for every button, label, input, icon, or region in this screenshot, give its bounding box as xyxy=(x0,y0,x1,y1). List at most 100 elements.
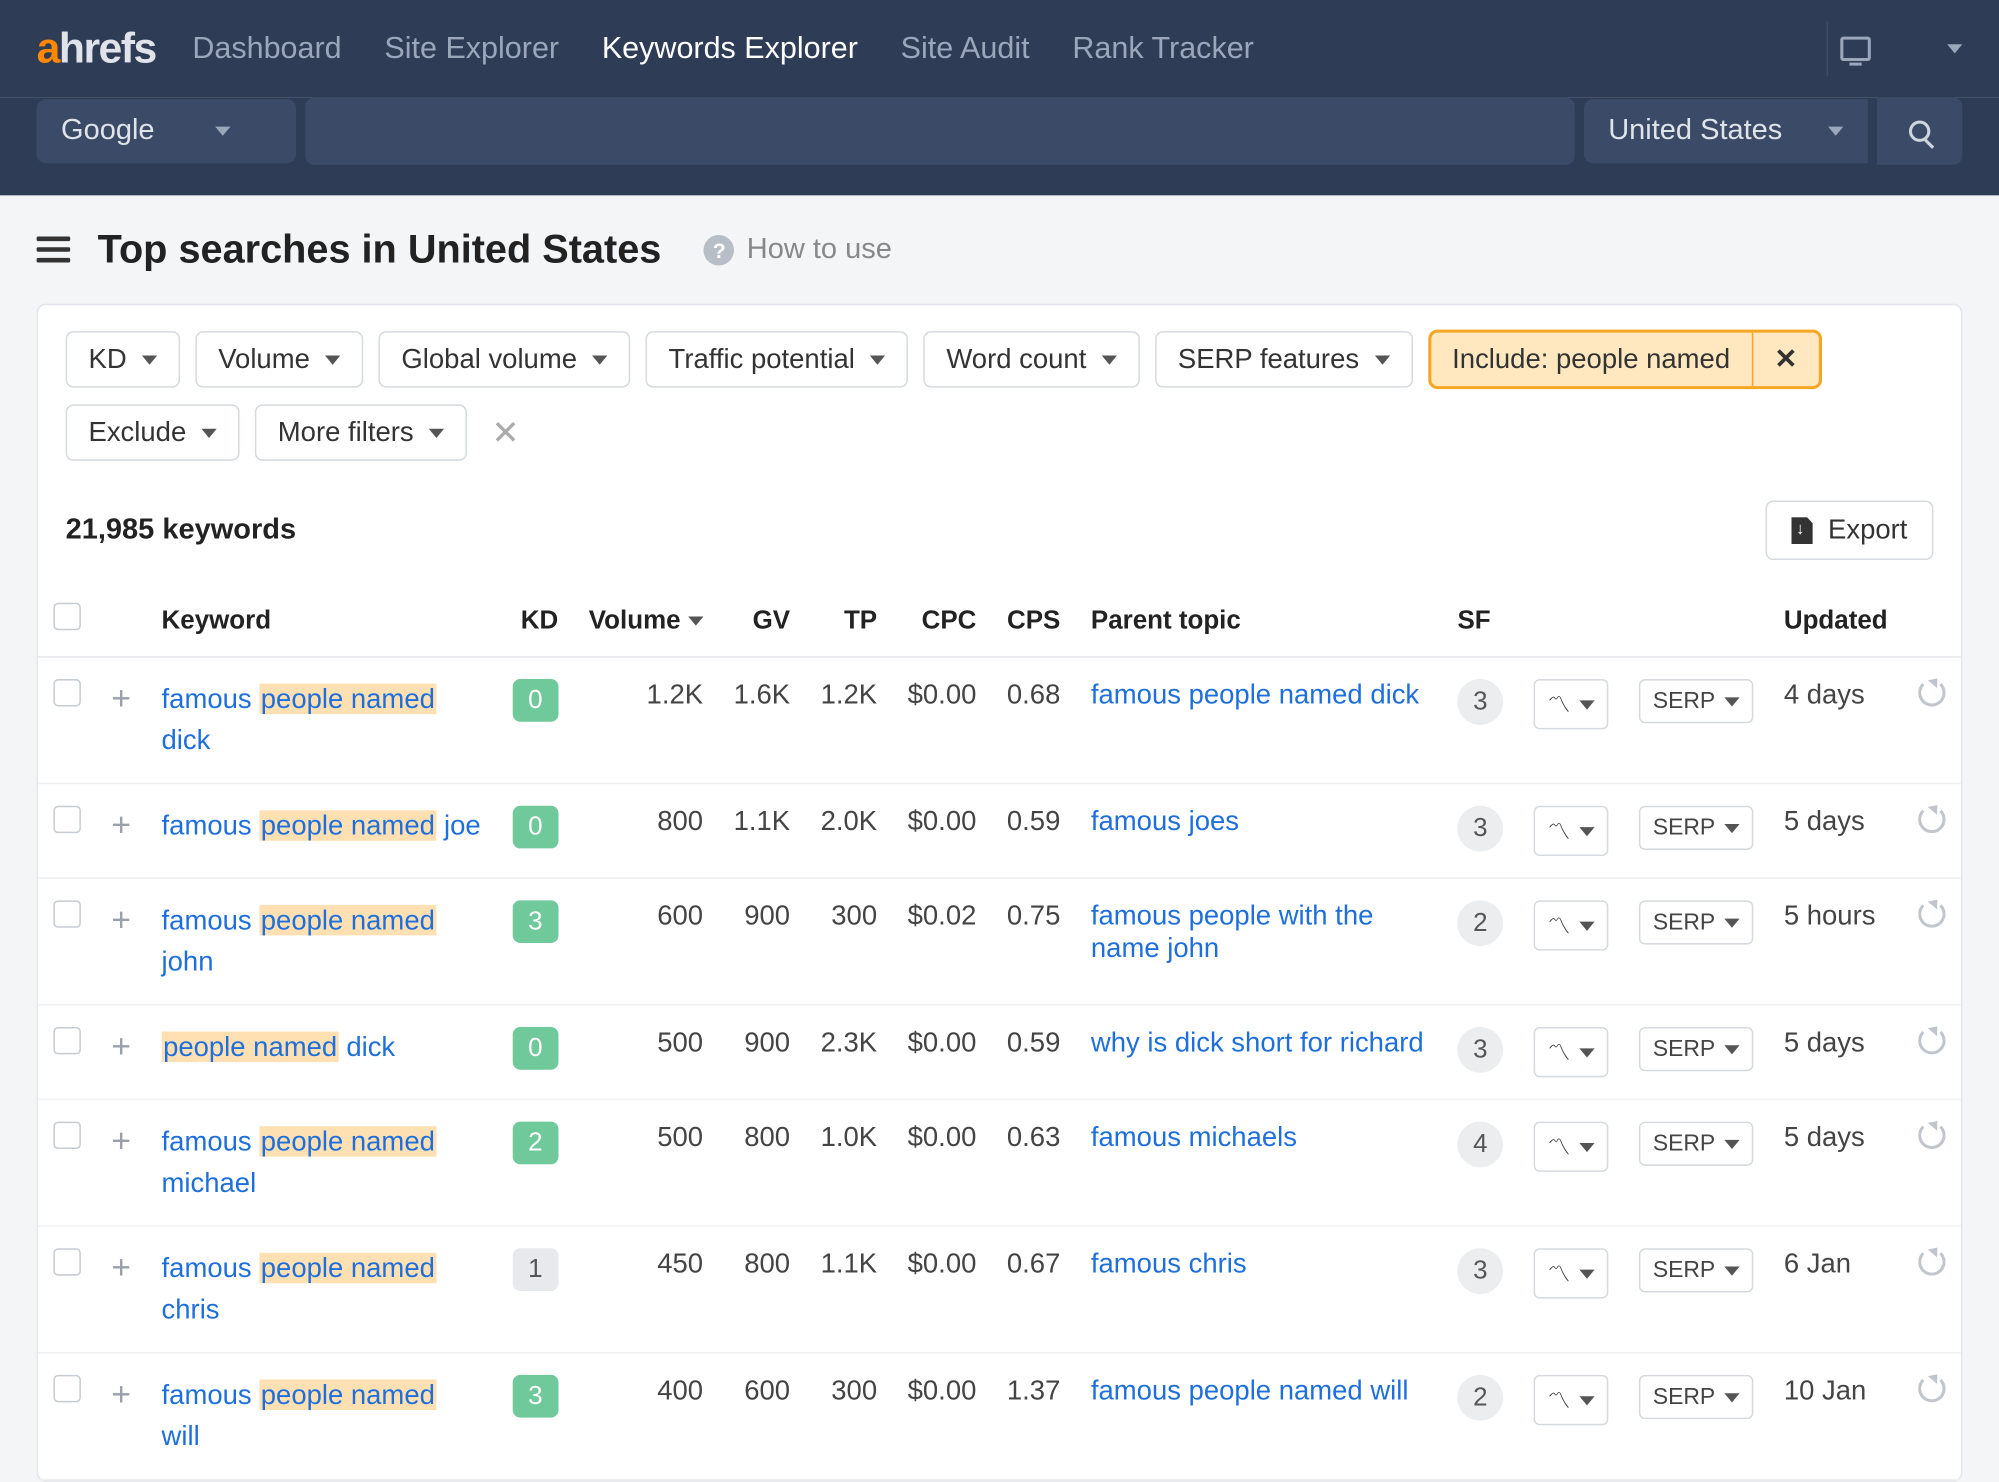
col-cpc[interactable]: CPC xyxy=(892,584,991,656)
trend-button[interactable]: 〽 xyxy=(1534,1248,1609,1298)
filter-word-count[interactable]: Word count xyxy=(923,331,1139,387)
parent-topic-link[interactable]: why is dick short for richard xyxy=(1091,1027,1424,1058)
monitor-icon[interactable] xyxy=(1840,37,1871,61)
kd-badge: 2 xyxy=(513,1122,559,1165)
serp-button[interactable]: SERP xyxy=(1639,1027,1753,1071)
refresh-icon[interactable] xyxy=(1918,806,1945,833)
filter-volume[interactable]: Volume xyxy=(195,331,363,387)
nav-item-dashboard[interactable]: Dashboard xyxy=(192,31,341,66)
nav-item-keywords-explorer[interactable]: Keywords Explorer xyxy=(602,31,858,66)
serp-button[interactable]: SERP xyxy=(1639,900,1753,944)
col-parent[interactable]: Parent topic xyxy=(1076,584,1443,656)
col-gv[interactable]: GV xyxy=(718,584,805,656)
search-engine-select[interactable]: Google xyxy=(37,99,296,163)
parent-topic-link[interactable]: famous chris xyxy=(1091,1248,1247,1279)
sf-badge[interactable]: 3 xyxy=(1457,1027,1503,1073)
how-to-use-link[interactable]: ? How to use xyxy=(704,233,892,267)
parent-topic-link[interactable]: famous people named will xyxy=(1091,1375,1409,1406)
row-checkbox[interactable] xyxy=(53,1122,80,1149)
expand-row-button[interactable]: + xyxy=(111,1027,131,1065)
search-button[interactable] xyxy=(1877,98,1962,165)
filter-global-volume[interactable]: Global volume xyxy=(379,331,631,387)
export-button[interactable]: Export xyxy=(1765,501,1933,561)
col-tp[interactable]: TP xyxy=(805,584,892,656)
row-checkbox[interactable] xyxy=(53,1027,80,1054)
trend-button[interactable]: 〽 xyxy=(1534,1122,1609,1172)
refresh-icon[interactable] xyxy=(1918,679,1945,706)
filter-include-active[interactable]: Include: people named✕ xyxy=(1428,330,1822,390)
chevron-down-icon xyxy=(592,355,607,364)
refresh-icon[interactable] xyxy=(1918,1027,1945,1054)
keyword-search-input[interactable] xyxy=(305,98,1574,165)
serp-button[interactable]: SERP xyxy=(1639,806,1753,850)
col-cps[interactable]: CPS xyxy=(992,584,1076,656)
cell-tp: 2.3K xyxy=(805,1005,892,1100)
sf-badge[interactable]: 3 xyxy=(1457,1248,1503,1294)
parent-topic-link[interactable]: famous people named dick xyxy=(1091,679,1419,710)
col-volume[interactable]: Volume xyxy=(574,584,719,656)
expand-row-button[interactable]: + xyxy=(111,679,131,717)
refresh-icon[interactable] xyxy=(1918,900,1945,927)
sf-badge[interactable]: 2 xyxy=(1457,1375,1503,1421)
row-checkbox[interactable] xyxy=(53,806,80,833)
keyword-link[interactable]: famous people named will xyxy=(162,1379,437,1451)
nav-item-rank-tracker[interactable]: Rank Tracker xyxy=(1072,31,1253,66)
row-checkbox[interactable] xyxy=(53,1375,80,1402)
include-remove-button[interactable]: ✕ xyxy=(1751,333,1818,386)
select-all-checkbox[interactable] xyxy=(53,603,80,630)
country-select[interactable]: United States xyxy=(1584,99,1868,163)
col-sf[interactable]: SF xyxy=(1442,584,1518,656)
sidebar-toggle[interactable] xyxy=(37,237,71,263)
filter-more-filters[interactable]: More filters xyxy=(255,404,467,460)
serp-button[interactable]: SERP xyxy=(1639,1248,1753,1292)
expand-row-button[interactable]: + xyxy=(111,1248,131,1286)
col-kd[interactable]: KD xyxy=(497,584,573,656)
keyword-link[interactable]: famous people named joe xyxy=(162,810,481,841)
keyword-link[interactable]: famous people named dick xyxy=(162,684,437,756)
serp-button[interactable]: SERP xyxy=(1639,679,1753,723)
refresh-icon[interactable] xyxy=(1918,1122,1945,1149)
row-checkbox[interactable] xyxy=(53,679,80,706)
filter-kd[interactable]: KD xyxy=(66,331,180,387)
expand-row-button[interactable]: + xyxy=(111,1375,131,1413)
trend-button[interactable]: 〽 xyxy=(1534,806,1609,856)
serp-button[interactable]: SERP xyxy=(1639,1122,1753,1166)
sf-badge[interactable]: 4 xyxy=(1457,1122,1503,1168)
expand-row-button[interactable]: + xyxy=(111,900,131,938)
refresh-icon[interactable] xyxy=(1918,1375,1945,1402)
account-caret-icon[interactable] xyxy=(1947,44,1962,53)
clear-filters-button[interactable]: ✕ xyxy=(491,413,519,453)
keyword-link[interactable]: famous people named john xyxy=(162,905,437,977)
nav-divider xyxy=(1827,21,1829,76)
cell-cpc: $0.02 xyxy=(892,878,991,1005)
trend-icon: 〽 xyxy=(1548,1384,1571,1416)
nav-item-site-audit[interactable]: Site Audit xyxy=(901,31,1030,66)
col-keyword[interactable]: Keyword xyxy=(146,584,497,656)
col-updated[interactable]: Updated xyxy=(1769,584,1903,656)
sf-badge[interactable]: 3 xyxy=(1457,806,1503,852)
filter-exclude[interactable]: Exclude xyxy=(66,404,240,460)
serp-button[interactable]: SERP xyxy=(1639,1375,1753,1419)
parent-topic-link[interactable]: famous joes xyxy=(1091,806,1239,837)
keyword-link[interactable]: famous people named chris xyxy=(162,1253,437,1325)
trend-button[interactable]: 〽 xyxy=(1534,1375,1609,1425)
trend-button[interactable]: 〽 xyxy=(1534,1027,1609,1077)
keyword-link[interactable]: famous people named michael xyxy=(162,1126,437,1198)
row-checkbox[interactable] xyxy=(53,900,80,927)
filter-traffic-potential[interactable]: Traffic potential xyxy=(646,331,909,387)
parent-topic-link[interactable]: famous people with the name john xyxy=(1091,900,1373,963)
table-row: +famous people named john3600900300$0.02… xyxy=(38,878,1961,1005)
sf-badge[interactable]: 3 xyxy=(1457,679,1503,725)
nav-item-site-explorer[interactable]: Site Explorer xyxy=(384,31,559,66)
trend-button[interactable]: 〽 xyxy=(1534,679,1609,729)
row-checkbox[interactable] xyxy=(53,1248,80,1275)
refresh-icon[interactable] xyxy=(1918,1248,1945,1275)
keyword-link[interactable]: people named dick xyxy=(162,1032,396,1063)
sf-badge[interactable]: 2 xyxy=(1457,900,1503,946)
parent-topic-link[interactable]: famous michaels xyxy=(1091,1122,1297,1153)
trend-button[interactable]: 〽 xyxy=(1534,900,1609,950)
table-row: +famous people named chris14508001.1K$0.… xyxy=(38,1226,1961,1353)
filter-serp-features[interactable]: SERP features xyxy=(1155,331,1412,387)
expand-row-button[interactable]: + xyxy=(111,806,131,844)
expand-row-button[interactable]: + xyxy=(111,1122,131,1160)
